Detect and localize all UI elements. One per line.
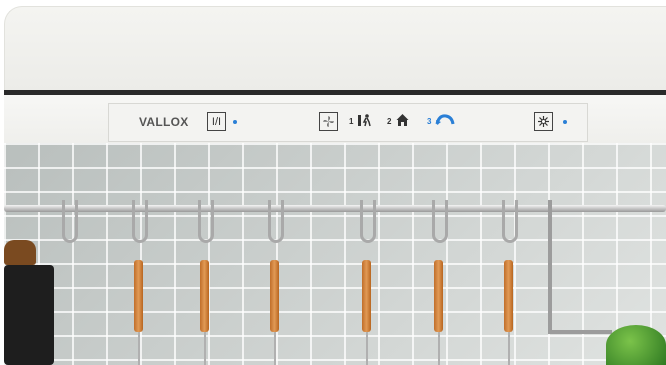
rail-hook [132,200,148,243]
herb-plant [606,325,666,365]
coffee-machine [4,265,54,365]
utensil-tip [438,332,440,365]
home-glyph [396,114,409,126]
rail-hook [502,200,518,243]
rail-hook [198,200,214,243]
utensil-tip [366,332,368,365]
fan-glyph [323,116,334,127]
rail-hook [62,200,78,243]
cooker-hood [4,6,666,94]
rail-hook [432,200,448,243]
utensil-tip [138,332,140,365]
rail-bracket [548,200,612,334]
away-glyph [358,114,371,127]
utensil-handle [504,260,513,332]
utensil-handle [362,260,371,332]
light-icon[interactable] [534,112,553,131]
utensil-handle [434,260,443,332]
power-icon[interactable]: I/I [207,112,226,131]
utensil-handle [134,260,143,332]
boost-glyph [435,114,455,125]
rail-hook [360,200,376,243]
brand-logo: VALLOX [139,115,189,129]
power-indicator-dot [233,120,237,124]
photo-frame: VALLOX I/I 1 2 3 [0,0,666,365]
utensil-handle [200,260,209,332]
boost-icon[interactable] [435,113,455,130]
utensil-tip [204,332,206,365]
control-panel: VALLOX I/I 1 2 3 [108,103,588,142]
speed-3-label: 3 [427,117,432,126]
utensil-tip [274,332,276,365]
light-glyph [538,116,549,127]
light-indicator-dot [563,120,567,124]
speed-1-label: 1 [349,117,354,126]
utensil-handle [270,260,279,332]
speed-2-label: 2 [387,117,392,126]
away-person-icon[interactable] [358,113,372,130]
fan-icon[interactable] [319,112,338,131]
utensil-tip [508,332,510,365]
home-icon[interactable] [396,113,409,130]
rail-hook [268,200,284,243]
jar [4,240,36,265]
